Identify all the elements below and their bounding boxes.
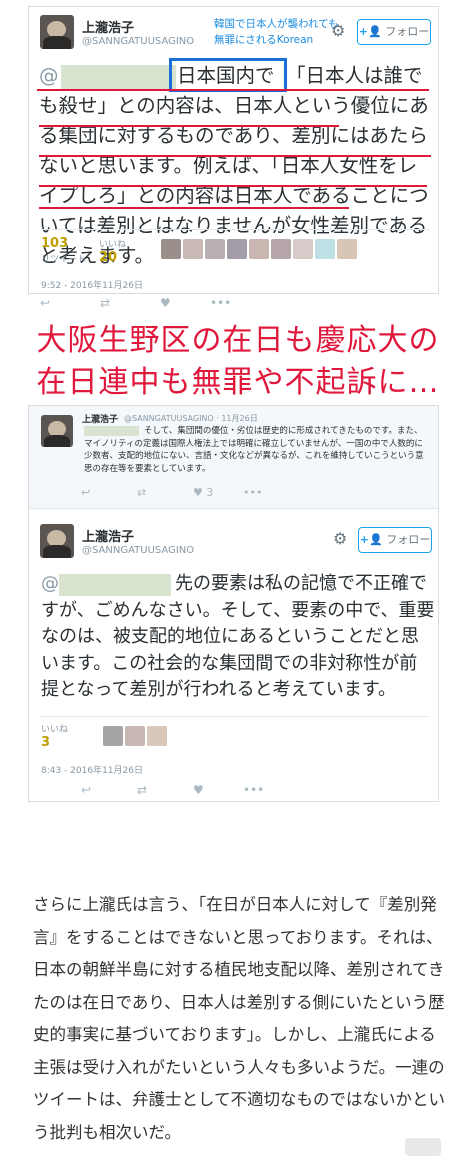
avatar[interactable] <box>227 239 247 259</box>
avatar[interactable] <box>337 239 357 259</box>
avatar[interactable] <box>293 239 313 259</box>
divider <box>39 716 429 717</box>
like-count[interactable]: 20 <box>99 250 117 265</box>
reply-icon[interactable]: ↩ <box>81 486 137 499</box>
underline-1 <box>37 89 429 91</box>
headline-line-1: 大阪生野区の在日も慶応大の <box>36 323 440 358</box>
divider <box>29 508 438 509</box>
tweet-actions-3: ↩ ⇄ ♥ ••• <box>81 783 264 797</box>
liker-avatars <box>161 239 357 259</box>
retweet-icon[interactable]: ⇄ <box>137 783 193 797</box>
tweet-actions-1: ↩ ⇄ ♥ ••• <box>40 296 231 310</box>
avatar[interactable] <box>40 524 74 558</box>
tweet-thread-card: 上瀧浩子 @SANNGATUUSAGINO · 11月26日 そして、集団間の優… <box>28 405 439 802</box>
heart-icon[interactable]: ♥ 3 <box>193 486 243 499</box>
user-name[interactable]: 上瀧浩子 <box>82 17 134 36</box>
avatar[interactable] <box>147 726 167 746</box>
user-name[interactable]: 上瀧浩子 <box>82 526 134 545</box>
liker-avatars <box>103 726 167 746</box>
heart-icon[interactable]: ♥ <box>160 296 210 310</box>
highlight-box <box>169 58 287 92</box>
follow-button[interactable]: +👤 フォロー <box>358 527 432 553</box>
underline-2 <box>39 125 339 127</box>
avatar[interactable] <box>125 726 145 746</box>
article-paragraph: さらに上瀧氏は言う、「在日が日本人に対して『差別発言』をすることはできないと思っ… <box>33 895 446 1142</box>
like-label: いいね <box>41 725 69 735</box>
heart-icon[interactable]: ♥ <box>193 783 243 797</box>
divider <box>39 229 429 230</box>
more-icon[interactable]: ••• <box>210 296 231 310</box>
more-icon[interactable]: ••• <box>243 486 262 499</box>
avatar[interactable] <box>249 239 269 259</box>
gear-icon[interactable]: ⚙ <box>333 529 347 548</box>
tweet-timestamp[interactable]: 8:43 - 2016年11月26日 <box>41 763 143 776</box>
more-icon[interactable]: ••• <box>243 783 264 797</box>
reply-icon[interactable]: ↩ <box>81 783 137 797</box>
user-handle[interactable]: @SANNGATUUSAGINO <box>82 545 194 556</box>
follow-button[interactable]: +👤 フォロー <box>357 19 431 45</box>
avatar[interactable] <box>40 15 74 49</box>
avatar[interactable] <box>161 239 181 259</box>
avatar[interactable] <box>103 726 123 746</box>
retweet-icon[interactable]: ⇄ <box>100 296 160 310</box>
tweet-card-1: 上瀧浩子 @SANNGATUUSAGINO 韓国で日本人が襲われても無罪にされる… <box>28 6 439 294</box>
user-handle[interactable]: @SANNGATUUSAGINO · 11月26日 <box>124 413 258 424</box>
follow-plus-icon: +👤 <box>359 533 383 546</box>
like-count[interactable]: 3 <box>41 735 50 750</box>
reply-icon[interactable]: ↩ <box>40 296 100 310</box>
retweet-icon[interactable]: ⇄ <box>137 486 193 499</box>
tweet-actions-2: ↩ ⇄ ♥ 3 ••• <box>81 486 262 499</box>
underline-5 <box>39 207 349 209</box>
headline-line-2: 在日連中も無罪や不起訴に… <box>36 365 440 400</box>
avatar[interactable] <box>205 239 225 259</box>
like-label: いいね <box>99 240 127 250</box>
avatar[interactable] <box>315 239 335 259</box>
gear-icon[interactable]: ⚙ <box>331 21 345 40</box>
scroll-top-button[interactable] <box>405 1138 441 1156</box>
user-name[interactable]: 上瀧浩子 <box>82 412 118 425</box>
avatar[interactable] <box>271 239 291 259</box>
retweet-label: リツイート <box>41 255 87 265</box>
follow-label: フォロー <box>385 25 430 38</box>
underline-3 <box>39 155 431 157</box>
tweet-timestamp[interactable]: 9:52 - 2016年11月26日 <box>41 278 143 291</box>
avatar[interactable] <box>183 239 203 259</box>
follow-plus-icon: +👤 <box>358 25 382 38</box>
tweet-text: そして、集団間の優位・劣位は歴史的に形成されてきたものです。また、マイノリティの… <box>84 426 424 474</box>
avatar[interactable] <box>41 415 73 447</box>
underline-4 <box>39 185 427 187</box>
retweet-count[interactable]: 103 <box>41 236 68 251</box>
user-handle[interactable]: @SANNGATUUSAGINO <box>82 36 194 47</box>
tweet-text: 先の要素は私の記憶で不正確ですが、ごめんなさい。そして、要素の中で、重要なのは、… <box>41 573 435 700</box>
overlay-caption: 韓国で日本人が襲われても無罪にされるKorean <box>214 16 342 48</box>
follow-label: フォロー <box>386 533 431 546</box>
